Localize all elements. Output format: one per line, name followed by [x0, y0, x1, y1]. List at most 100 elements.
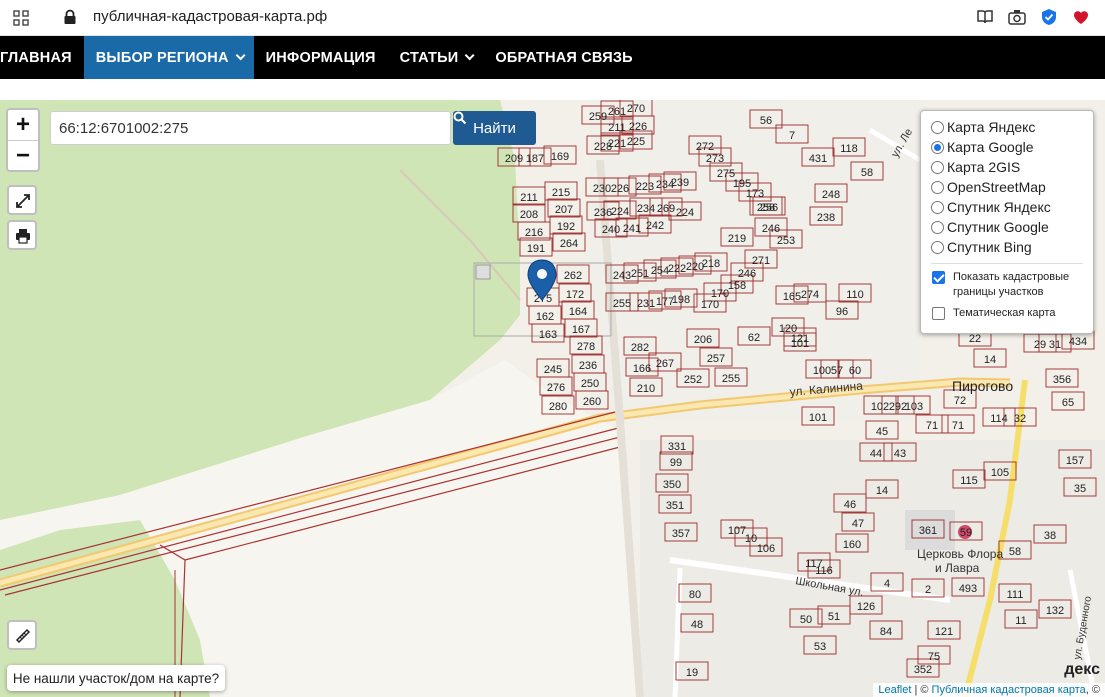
parcel-number-label: 224 [676, 207, 694, 219]
nav-articles-label: СТАТЬИ [399, 49, 459, 66]
parcel-number-label: 276 [547, 382, 565, 394]
search-icon [453, 111, 467, 125]
radio-button[interactable] [931, 140, 944, 154]
parcel-number-label: 126 [857, 601, 875, 613]
parcel-number-label: 32 [1014, 413, 1026, 425]
nav-articles[interactable]: СТАТЬИ [388, 36, 484, 79]
apps-icon[interactable] [12, 9, 30, 27]
radio-button[interactable] [931, 240, 944, 254]
nav-home[interactable]: ГЛАВНАЯ [0, 36, 84, 79]
zoom-control: + − [6, 108, 40, 172]
parcel-number-label: 102 [871, 401, 889, 413]
nav-region-select[interactable]: ВЫБОР РЕГИОНА [83, 36, 254, 79]
parcel-number-label: 35 [1074, 483, 1086, 495]
url-text[interactable]: публичная-кадастровая-карта.рф [93, 8, 327, 25]
parcel-number-label: 226 [611, 183, 629, 195]
parcel-number-label: 267 [656, 358, 674, 370]
layer-label: Спутник Bing [947, 239, 1032, 255]
parcel-number-label: 207 [555, 204, 573, 216]
parcel-number-label: 243 [613, 270, 631, 282]
parcel-number-label: 114 [990, 413, 1008, 425]
not-found-button[interactable]: Не нашли участок/дом на карте? [7, 665, 225, 691]
parcel-number-label: 165 [783, 291, 801, 303]
parcel-number-label: 271 [752, 255, 770, 267]
reader-icon[interactable] [975, 7, 995, 27]
overlay-cadastral-boundaries[interactable]: Показать кадастровые границы участков [931, 270, 1093, 300]
parcel-number-label: 80 [689, 589, 701, 601]
layer-bing-satellite[interactable]: Спутник Bing [931, 237, 1093, 257]
camera-icon[interactable] [1007, 7, 1027, 27]
layer-yandex-satellite[interactable]: Спутник Яндекс [931, 197, 1093, 217]
radio-button[interactable] [931, 120, 944, 134]
parcel-number-label: 252 [684, 374, 702, 386]
layer-label: Карта Яндекс [947, 119, 1036, 135]
parcel-number-label: 172 [566, 289, 584, 301]
parcel-number-label: 246 [738, 268, 756, 280]
parcel-number-label: 7 [789, 130, 795, 142]
parcel-number-label: 250 [581, 378, 599, 390]
cadastral-map[interactable]: 2 75 262 172 162 164 163 167 278 245 236 276 250 280 2… [0, 100, 1105, 697]
layer-openstreetmap[interactable]: OpenStreetMap [931, 177, 1093, 197]
map-attribution: Leaflet | © Публичная кадастровая карта,… [873, 683, 1105, 697]
cadastral-number-search-input[interactable] [50, 111, 451, 145]
print-button[interactable] [7, 220, 37, 250]
parcel-number-label: 221 [608, 138, 626, 150]
measure-ruler-button[interactable] [7, 620, 37, 650]
nav-feedback[interactable]: ОБРАТНАЯ СВЯЗЬ [483, 36, 644, 79]
find-button-label: Найти [473, 119, 516, 137]
parcel-number-label: 38 [1044, 530, 1056, 542]
nav-information[interactable]: ИНФОРМАЦИЯ [254, 36, 388, 79]
parcel-number-label: 84 [880, 626, 892, 638]
shield-icon[interactable] [1039, 7, 1059, 27]
parcel-number-label: 45 [876, 426, 888, 438]
radio-button[interactable] [931, 160, 944, 174]
checkbox[interactable] [932, 307, 945, 320]
find-button[interactable]: Найти [453, 111, 536, 145]
parcel-number-label: 434 [1069, 336, 1087, 348]
breadcrumb-strip [0, 79, 1105, 100]
parcel-number-label: 210 [637, 383, 655, 395]
parcel-number-label: 47 [852, 518, 864, 530]
parcel-number-label: 241 [623, 223, 641, 235]
parcel-number-label: 110 [846, 289, 864, 301]
zoom-out-button[interactable]: − [8, 140, 38, 170]
parcel-number-label: 59 [960, 527, 972, 539]
heart-icon[interactable] [1071, 7, 1091, 27]
overlay-thematic-map[interactable]: Тематическая карта [931, 306, 1093, 321]
overlay-label: Тематическая карта [953, 307, 1056, 319]
checkbox[interactable] [932, 271, 945, 284]
attribution-tail: , © [1085, 684, 1100, 696]
parcel-number-label: 224 [611, 206, 629, 218]
fullscreen-button[interactable] [7, 185, 37, 215]
layer-2gis-map[interactable]: Карта 2GIS [931, 157, 1093, 177]
radio-button[interactable] [931, 220, 944, 234]
radio-button[interactable] [931, 180, 944, 194]
parcel-number-label: 246 [762, 223, 780, 235]
lock-icon[interactable] [63, 9, 77, 25]
parcel-number-label: 191 [527, 243, 545, 255]
layer-label: Карта Google [947, 139, 1034, 155]
layer-google-satellite[interactable]: Спутник Google [931, 217, 1093, 237]
parcel-number-label: 44 [870, 448, 882, 460]
leaflet-link[interactable]: Leaflet [878, 684, 911, 696]
parcel-number-label: 493 [959, 583, 977, 595]
parcel-number-label: 157 [1066, 455, 1084, 467]
parcel-number-label: 242 [646, 220, 664, 232]
nav-feedback-label: ОБРАТНАЯ СВЯЗЬ [495, 49, 633, 66]
parcel-number-label: 158 [728, 280, 746, 292]
zoom-in-button[interactable]: + [8, 110, 38, 140]
parcel-number-label: 238 [817, 212, 835, 224]
parcel-number-label: 187 [526, 153, 544, 165]
parcel-number-label: 239 [671, 177, 689, 189]
parcel-number-label: 273 [706, 153, 724, 165]
layer-yandex-map[interactable]: Карта Яндекс [931, 117, 1093, 137]
parcel-number-label: 259 [589, 111, 607, 123]
radio-button[interactable] [931, 200, 944, 214]
parcel-number-label: 261 [608, 106, 626, 118]
nav-information-label: ИНФОРМАЦИЯ [265, 49, 376, 66]
parcel-number-label: 53 [814, 641, 826, 653]
layer-google-map[interactable]: Карта Google [931, 137, 1093, 157]
parcel-number-label: 257 [707, 353, 725, 365]
parcel-number-label: 22 [969, 333, 981, 345]
cadastral-map-link[interactable]: Публичная кадастровая карта [932, 684, 1086, 696]
